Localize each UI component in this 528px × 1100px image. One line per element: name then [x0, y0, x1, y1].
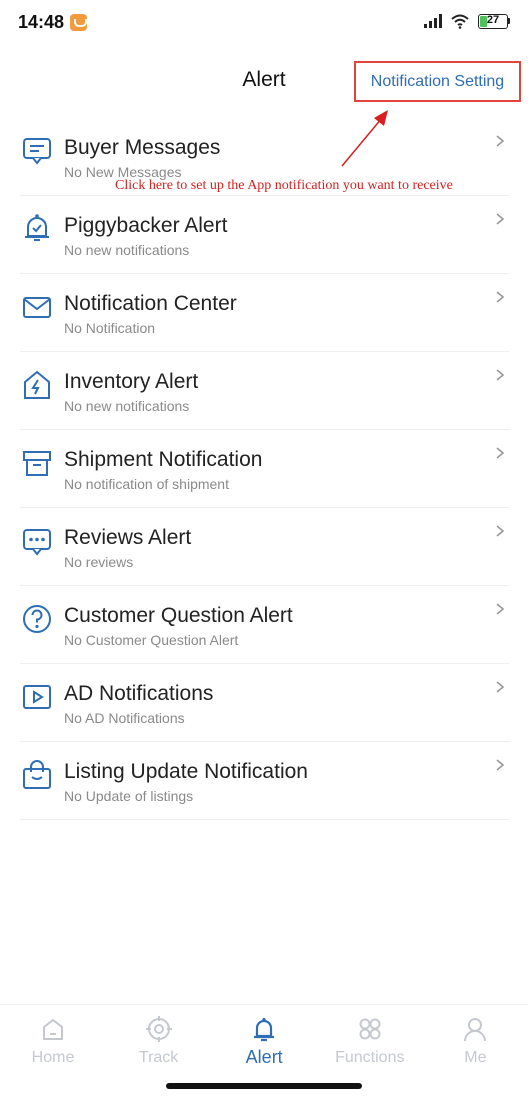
home-indicator — [166, 1083, 362, 1089]
warehouse-icon — [24, 370, 50, 399]
box-icon — [23, 451, 51, 476]
bell-check-icon — [25, 214, 49, 241]
alert-subtitle: No Notification — [64, 320, 156, 336]
alert-subtitle: No Customer Question Alert — [64, 632, 239, 648]
alert-item[interactable]: Customer Question Alert No Customer Quest… — [20, 586, 510, 664]
chat-dots-icon — [23, 529, 51, 556]
signal-icon — [424, 14, 442, 28]
envelope-icon — [23, 297, 51, 318]
alert-item[interactable]: AD Notifications No AD Notifications — [20, 664, 510, 742]
wifi-icon — [451, 14, 469, 29]
tab-label: Track — [138, 1049, 179, 1066]
alert-item[interactable]: Inventory Alert No new notifications — [20, 352, 510, 430]
chevron-right-icon — [496, 213, 505, 225]
status-time: 14:48 — [18, 12, 65, 32]
annotation-text: Click here to set up the App notificatio… — [115, 178, 453, 193]
alert-item[interactable]: Reviews Alert No reviews — [20, 508, 510, 586]
message-icon — [23, 138, 51, 165]
alert-title: Shipment Notification — [64, 448, 263, 471]
alert-title: Reviews Alert — [64, 526, 192, 549]
chevron-right-icon — [496, 291, 505, 303]
alert-item[interactable]: Listing Update Notification No Update of … — [20, 742, 510, 820]
battery-level: 27 — [486, 13, 500, 26]
alert-list: Buyer Messages No New Messages Piggybacker… — [0, 118, 528, 820]
alert-title: Inventory Alert — [64, 370, 199, 393]
chevron-right-icon — [496, 525, 505, 537]
question-icon — [23, 605, 51, 633]
home-icon — [43, 1018, 63, 1040]
alert-title: Notification Center — [64, 292, 237, 315]
chevron-right-icon — [496, 759, 505, 771]
tab-label: Alert — [245, 1047, 283, 1067]
tab-functions[interactable]: Functions — [317, 1015, 423, 1075]
alert-title: AD Notifications — [64, 682, 214, 705]
alert-subtitle: No new notifications — [64, 242, 190, 258]
user-icon — [464, 1018, 487, 1042]
alert-title: Piggybacker Alert — [64, 214, 228, 237]
alert-subtitle: No reviews — [64, 554, 134, 570]
alert-title: Buyer Messages — [64, 136, 221, 159]
battery-icon: 27 — [478, 13, 510, 29]
chevron-right-icon — [496, 369, 505, 381]
alert-item[interactable]: Piggybacker Alert No new notifications — [20, 196, 510, 274]
tab-label: Functions — [335, 1049, 405, 1066]
shopping-bag-icon — [23, 760, 51, 789]
target-icon — [145, 1016, 172, 1042]
play-icon — [23, 685, 51, 709]
alert-subtitle: No AD Notifications — [64, 710, 185, 726]
tab-label: Home — [31, 1049, 75, 1066]
app-notification-icon — [70, 14, 87, 31]
status-bar: 14:48 27 — [0, 0, 528, 46]
tab-track[interactable]: Track — [106, 1015, 212, 1075]
chevron-right-icon — [496, 603, 505, 615]
alert-subtitle: No Update of listings — [64, 788, 194, 804]
alert-item[interactable]: Notification Center No Notification — [20, 274, 510, 352]
bell-icon — [254, 1017, 275, 1042]
alert-item[interactable]: Shipment Notification No notification of … — [20, 430, 510, 508]
status-indicators: 27 — [424, 13, 510, 29]
tab-alert[interactable]: Alert — [211, 1015, 317, 1075]
alert-subtitle: No notification of shipment — [64, 476, 229, 492]
alert-subtitle: No new notifications — [64, 398, 190, 414]
tab-home[interactable]: Home — [0, 1015, 106, 1075]
chevron-right-icon — [496, 681, 505, 693]
alert-title: Listing Update Notification — [64, 760, 308, 783]
chevron-right-icon — [496, 447, 505, 459]
chevron-right-icon — [496, 135, 505, 147]
grid-icon — [359, 1018, 381, 1040]
tab-label: Me — [464, 1049, 487, 1066]
tab-me[interactable]: Me — [422, 1015, 528, 1075]
header: Alert Notification Setting — [0, 46, 528, 116]
alert-title: Customer Question Alert — [64, 604, 293, 627]
